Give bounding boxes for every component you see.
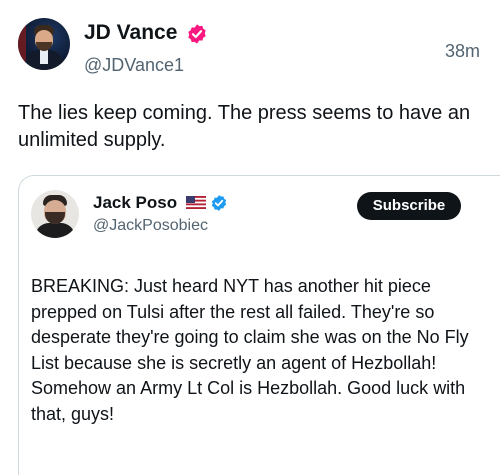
quoted-tweet-text: BREAKING: Just heard NYT has another hit… <box>31 276 469 424</box>
verified-badge-icon <box>211 195 227 211</box>
tweet: JD Vance @JDVance1 38m The lies keep com… <box>0 0 500 475</box>
timestamp[interactable]: 38m <box>445 40 480 62</box>
author-handle[interactable]: @JDVance1 <box>84 54 184 76</box>
quoted-author-name[interactable]: Jack Poso <box>93 192 177 213</box>
verified-badge-icon <box>188 24 206 44</box>
us-flag-icon <box>186 196 206 209</box>
quoted-author-avatar[interactable] <box>31 190 79 238</box>
author-avatar[interactable] <box>18 18 70 70</box>
author-name[interactable]: JD Vance <box>84 20 177 46</box>
quoted-author-handle[interactable]: @JackPosobiec <box>93 216 208 236</box>
quoted-tweet[interactable]: Jack Poso @JackPosobiec Subscribe BREAKI… <box>18 175 500 475</box>
subscribe-button[interactable]: Subscribe <box>357 192 461 220</box>
tweet-text: The lies keep coming. The press seems to… <box>18 102 471 151</box>
